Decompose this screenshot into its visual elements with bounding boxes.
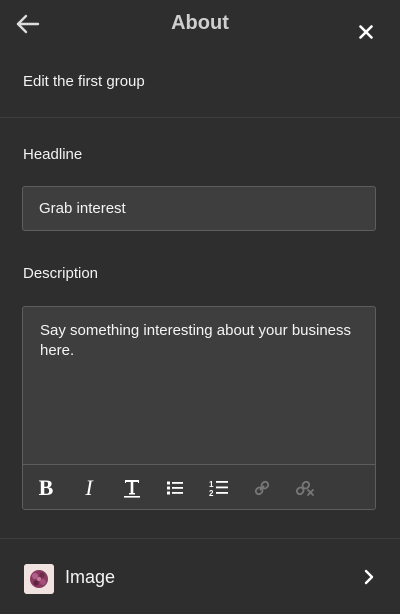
bold-button[interactable]: B [31, 465, 61, 509]
headline-label: Headline [23, 146, 83, 163]
image-row-label: Image [65, 567, 116, 587]
text-format-icon [124, 479, 140, 498]
section-subtitle: Edit the first group [23, 73, 145, 90]
image-row[interactable]: Image [0, 546, 400, 608]
description-text-area[interactable]: Say something interesting about your bus… [23, 307, 375, 463]
italic-button[interactable]: I [74, 465, 104, 509]
description-label: Description [23, 265, 99, 282]
about-panel: About Edit the first group Headline Desc… [0, 0, 400, 614]
link-icon [254, 480, 270, 495]
divider [0, 117, 400, 118]
page-title: About [171, 12, 229, 34]
chevron-right-icon [362, 568, 376, 586]
formatting-toolbar: B I 1 2 [23, 464, 375, 509]
unlink-button[interactable] [290, 465, 320, 509]
numbered-list-icon: 1 2 [209, 480, 228, 497]
link-button[interactable] [247, 465, 277, 509]
close-icon [359, 25, 373, 39]
description-editor: Say something interesting about your bus… [22, 306, 376, 510]
svg-text:2: 2 [209, 489, 214, 497]
image-thumbnail [24, 564, 54, 594]
svg-text:1: 1 [209, 480, 214, 489]
divider [0, 538, 400, 539]
unlink-icon [295, 480, 314, 496]
numbered-list-button[interactable]: 1 2 [204, 465, 234, 509]
headline-input[interactable] [22, 186, 376, 231]
bulleted-list-button[interactable] [160, 465, 190, 509]
text-format-button[interactable] [117, 465, 147, 509]
close-button[interactable] [356, 22, 376, 42]
header: About [0, 0, 400, 54]
bulleted-list-icon [167, 481, 183, 494]
